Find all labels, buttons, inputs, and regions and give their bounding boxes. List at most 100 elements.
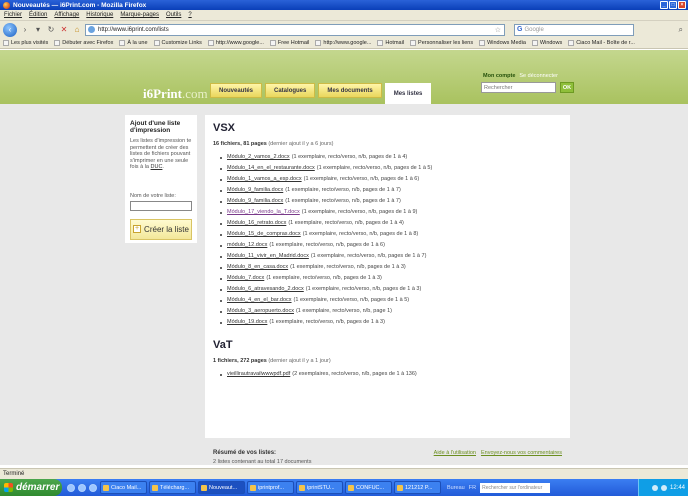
- menu-edit[interactable]: Édition: [29, 12, 47, 18]
- app-icon: [299, 484, 305, 491]
- footer-links: Aide à l'utilisation Envoyez-nous vos com…: [429, 450, 562, 456]
- menu-tools[interactable]: Outils: [166, 12, 181, 18]
- browser-search-box[interactable]: G Google: [514, 23, 634, 36]
- file-link[interactable]: Módulo_19.docx: [227, 317, 267, 328]
- search-icon[interactable]: ⌕: [679, 25, 683, 35]
- bullet-icon: [220, 211, 222, 214]
- list-name-label: Nom de votre liste:: [130, 192, 176, 199]
- tab-mes-documents[interactable]: Mes documents: [318, 83, 382, 98]
- bookmark-icon: [410, 40, 417, 46]
- back-arrow-icon[interactable]: ‹: [3, 22, 17, 37]
- site-search-input[interactable]: Rechercher: [481, 82, 556, 93]
- list-item: Módulo_3_aeropuerto.docx (1 exemplaire, r…: [220, 306, 562, 317]
- list-item: Módulo_2_vamos_2.docx (1 exemplaire, rect…: [220, 152, 562, 163]
- tab-nouveautes[interactable]: Nouveautés: [210, 83, 263, 98]
- home-icon[interactable]: ⌂: [72, 25, 82, 34]
- comments-link[interactable]: Envoyez-nous vos commentaires: [481, 450, 562, 456]
- menu-view[interactable]: Affichage: [54, 12, 79, 18]
- taskbar-button[interactable]: Ciaco Mail...: [100, 481, 147, 494]
- close-icon[interactable]: ×: [678, 1, 686, 9]
- file-link[interactable]: vieillirautravailwwwpdf.pdf: [227, 369, 290, 380]
- desktop-search-input[interactable]: Rechercher sur l'ordinateur: [480, 482, 551, 493]
- file-link[interactable]: Módulo_17_viendo_la_T.docx: [227, 207, 300, 218]
- file-link[interactable]: Módulo_15_de_compras.docx: [227, 229, 301, 240]
- site-logo[interactable]: i6Print.com: [143, 86, 208, 102]
- volume-icon[interactable]: [660, 484, 667, 491]
- panel-description: Les listes d'impression te permettent de…: [130, 138, 192, 170]
- app-icon: [201, 484, 207, 491]
- media-launch-icon[interactable]: [78, 483, 86, 492]
- bookmark-item[interactable]: http://www.google...: [315, 40, 371, 46]
- file-link[interactable]: módulo_12.docx: [227, 240, 267, 251]
- bookmark-item[interactable]: Les plus visités: [3, 40, 48, 46]
- menu-file[interactable]: Fichier: [4, 12, 22, 18]
- bookmark-item[interactable]: Personnaliser les liens: [410, 40, 473, 46]
- bullet-icon: [220, 277, 222, 280]
- windows-taskbar: démarrer Ciaco Mail... Télécharg... Nouv…: [0, 479, 688, 496]
- maximize-icon[interactable]: □: [669, 1, 677, 9]
- stop-icon[interactable]: ✕: [59, 25, 69, 34]
- duc-link[interactable]: DUC: [151, 164, 163, 170]
- file-link[interactable]: Módulo_3_aeropuerto.docx: [227, 306, 294, 317]
- taskbar-button[interactable]: Télécharg...: [149, 481, 196, 494]
- start-button[interactable]: démarrer: [0, 479, 62, 496]
- tab-catalogues[interactable]: Catalogues: [265, 83, 316, 98]
- browser-launch-icon[interactable]: [67, 483, 75, 492]
- bookmark-icon: [479, 40, 486, 46]
- minimize-icon[interactable]: _: [660, 1, 668, 9]
- taskbar-button[interactable]: Nouveaut...: [198, 481, 245, 494]
- file-link[interactable]: Módulo_14_en_el_restaurante.docx: [227, 163, 315, 174]
- bookmark-item[interactable]: Free Hotmail: [269, 40, 309, 46]
- bullet-icon: [220, 266, 222, 269]
- bookmark-star-icon[interactable]: ☆: [495, 26, 501, 34]
- url-bar[interactable]: http://www.i6print.com/lists ☆: [85, 23, 505, 36]
- network-icon[interactable]: [651, 484, 658, 491]
- create-list-button[interactable]: + Créer la liste: [130, 218, 192, 240]
- bookmark-item[interactable]: À la une: [119, 40, 148, 46]
- menu-bookmarks[interactable]: Marque-pages: [120, 12, 159, 18]
- reload-icon[interactable]: ↻: [46, 25, 56, 34]
- list-name-input[interactable]: [130, 200, 192, 211]
- menu-history[interactable]: Historique: [86, 12, 113, 18]
- help-link[interactable]: Aide à l'utilisation: [434, 450, 476, 456]
- desktop-toolbar-label[interactable]: Bureau: [447, 485, 465, 491]
- account-link[interactable]: Mon compte: [483, 73, 515, 79]
- taskbar-button[interactable]: 121212 P...: [394, 481, 441, 494]
- list-title[interactable]: VaT: [213, 339, 562, 351]
- search-ok-button[interactable]: OK: [560, 82, 574, 93]
- bookmark-item[interactable]: Débuter avec Firefox: [54, 40, 113, 46]
- file-link[interactable]: Módulo_7.docx: [227, 273, 264, 284]
- forward-arrow-icon[interactable]: ›: [20, 25, 30, 34]
- bookmark-item[interactable]: Windows Media: [479, 40, 526, 46]
- account-links: Mon compte Se déconnecter: [483, 73, 558, 79]
- taskbar-button[interactable]: iprintSTU...: [296, 481, 343, 494]
- clock: 12:44: [669, 484, 685, 491]
- file-link[interactable]: Módulo_6_atravesando_2.docx: [227, 284, 304, 295]
- bookmark-item[interactable]: http://www.google...: [207, 40, 264, 46]
- dropdown-icon[interactable]: ▾: [33, 25, 43, 34]
- file-link[interactable]: Módulo_2_vamos_2.docx: [227, 152, 290, 163]
- bookmark-item[interactable]: Ciaco Mail - Boîte de r...: [568, 40, 635, 46]
- file-link[interactable]: Módulo_9_familia.docx: [227, 185, 283, 196]
- site-header: Mon compte Se déconnecter i6Print.com Nou…: [0, 50, 688, 104]
- file-link[interactable]: Módulo_11_vivir_en_Madrid.docx: [227, 251, 309, 262]
- taskbar-button[interactable]: iprintprof...: [247, 481, 294, 494]
- bookmark-item[interactable]: Windows: [531, 40, 562, 46]
- taskbar-button[interactable]: CONFUC...: [345, 481, 392, 494]
- file-link[interactable]: Módulo_16_retrato.docx: [227, 218, 286, 229]
- file-link[interactable]: Módulo_9_familia.docx: [227, 196, 283, 207]
- site-tabs: Nouveautés Catalogues Mes documents Mes …: [210, 83, 432, 104]
- tab-mes-listes[interactable]: Mes listes: [384, 83, 432, 104]
- logout-link[interactable]: Se déconnecter: [519, 73, 558, 79]
- list-title[interactable]: VSX: [213, 122, 562, 134]
- file-link[interactable]: Módulo_1_vamos_a_esp.docx: [227, 174, 302, 185]
- window-controls: _ □ ×: [660, 1, 686, 9]
- lists-summary-footer: Résumé de vos listes: 2 listes contenant…: [205, 444, 570, 465]
- bookmark-item[interactable]: Customize Links: [153, 40, 202, 46]
- menu-help[interactable]: ?: [188, 12, 191, 18]
- file-link[interactable]: Módulo_4_en_el_bar.docx: [227, 295, 292, 306]
- bookmark-item[interactable]: Hotmail: [377, 40, 404, 46]
- language-indicator[interactable]: FR: [469, 485, 476, 491]
- desktop-launch-icon[interactable]: [89, 483, 97, 492]
- file-link[interactable]: Módulo_8_en_casa.docx: [227, 262, 288, 273]
